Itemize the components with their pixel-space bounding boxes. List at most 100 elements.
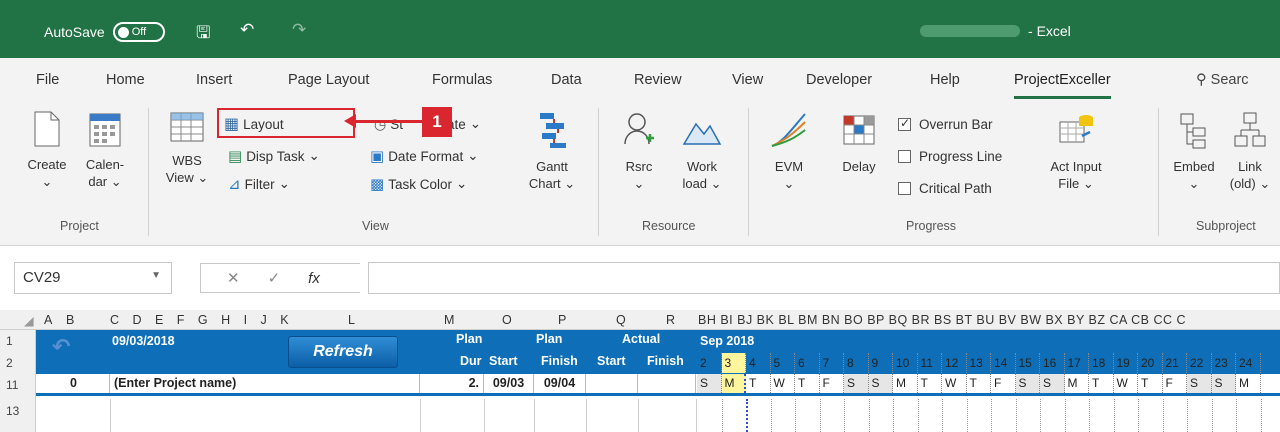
- task-color-button[interactable]: ▩ Task Color ⌄: [370, 172, 467, 196]
- weekday-cell[interactable]: S: [868, 374, 893, 393]
- day-number-cell[interactable]: 17: [1065, 353, 1089, 373]
- row-header[interactable]: 13: [0, 399, 36, 432]
- tab-home[interactable]: Home: [106, 72, 145, 88]
- weekday-cell[interactable]: S: [844, 374, 869, 393]
- weekday-cell[interactable]: F: [991, 374, 1016, 393]
- embed-button[interactable]: Embed ⌄: [1168, 110, 1220, 192]
- day-number-cell[interactable]: 5: [771, 353, 795, 373]
- weekday-cell[interactable]: S: [1211, 374, 1236, 393]
- day-number-cell[interactable]: 8: [844, 353, 869, 373]
- disp-task-button[interactable]: ▤ Disp Task ⌄: [228, 144, 320, 168]
- redo-icon[interactable]: ↷: [292, 20, 306, 40]
- weekday-cell[interactable]: W: [771, 374, 795, 393]
- tab-formulas[interactable]: Formulas: [432, 72, 492, 88]
- day-number-cell[interactable]: 14: [991, 353, 1016, 373]
- column-header[interactable]: C D E F G H I J K: [110, 313, 294, 327]
- day-number-cell[interactable]: 24: [1236, 353, 1261, 373]
- overrun-bar-checkbox[interactable]: Overrun Bar: [898, 112, 993, 136]
- delay-button[interactable]: Delay: [834, 110, 884, 175]
- undo-icon[interactable]: ↶: [240, 20, 254, 40]
- link-old-button[interactable]: Link (old) ⌄: [1224, 110, 1276, 192]
- day-number-cell[interactable]: 7: [820, 353, 844, 373]
- rsrc-button[interactable]: Rsrc ⌄: [616, 110, 662, 192]
- tab-file[interactable]: File: [36, 72, 59, 88]
- act-input-file-button[interactable]: Act Input File ⌄: [1044, 110, 1108, 192]
- day-number-cell[interactable]: 9: [869, 353, 893, 373]
- save-icon[interactable]: 🖫: [196, 20, 210, 49]
- weekday-cell[interactable]: M: [893, 374, 918, 393]
- day-number-cell[interactable]: 22: [1187, 353, 1212, 373]
- formula-input[interactable]: [368, 262, 1280, 294]
- day-number-cell[interactable]: 15: [1016, 353, 1040, 373]
- column-header[interactable]: O: [502, 313, 512, 327]
- column-header[interactable]: B: [66, 313, 74, 327]
- weekday-cell[interactable]: T: [1138, 374, 1163, 393]
- weekday-cell[interactable]: T: [918, 374, 942, 393]
- wbs-view-button[interactable]: WBS View ⌄: [162, 110, 212, 186]
- select-all-corner[interactable]: ◢: [24, 313, 34, 328]
- tab-developer[interactable]: Developer: [806, 72, 872, 88]
- tab-help[interactable]: Help: [930, 72, 960, 88]
- evm-button[interactable]: EVM ⌄: [764, 110, 814, 192]
- tab-data[interactable]: Data: [551, 72, 582, 88]
- day-number-cell[interactable]: 21: [1163, 353, 1187, 373]
- day-number-cell[interactable]: 19: [1114, 353, 1138, 373]
- column-header[interactable]: P: [558, 313, 566, 327]
- day-number-cell[interactable]: 10: [893, 353, 918, 373]
- weekday-cell[interactable]: S: [1015, 374, 1040, 393]
- day-number-cell[interactable]: 4: [746, 353, 771, 373]
- insert-function-icon[interactable]: fx: [308, 270, 320, 287]
- gantt-chart-button[interactable]: Gantt Chart ⌄: [526, 110, 578, 192]
- day-number-cell[interactable]: 2: [697, 353, 722, 373]
- tab-projectexceller[interactable]: ProjectExceller: [1014, 72, 1111, 99]
- date-format-button[interactable]: ▣ Date Format ⌄: [370, 144, 479, 168]
- day-number-cell[interactable]: 20: [1138, 353, 1163, 373]
- autosave-toggle[interactable]: Off: [112, 22, 165, 42]
- refresh-button[interactable]: Refresh: [288, 336, 398, 368]
- gantt-column-headers[interactable]: BH BI BJ BK BL BM BN BO BP BQ BR BS BT B…: [698, 313, 1186, 327]
- weekday-cell[interactable]: S: [697, 374, 722, 393]
- weekday-cell[interactable]: T: [746, 374, 771, 393]
- day-number-cell[interactable]: 3: [721, 353, 746, 373]
- actual-finish-cell[interactable]: [638, 374, 696, 393]
- row-header[interactable]: 2: [0, 352, 36, 374]
- cell-b11[interactable]: 0: [36, 374, 110, 393]
- day-number-cell[interactable]: 11: [918, 353, 942, 373]
- column-header[interactable]: L: [348, 313, 355, 327]
- tab-page-layout[interactable]: Page Layout: [288, 72, 369, 88]
- search-box[interactable]: ⚲ Searc: [1196, 72, 1249, 88]
- create-button[interactable]: Create ⌄: [24, 110, 70, 190]
- weekday-cell[interactable]: T: [1089, 374, 1114, 393]
- name-box[interactable]: CV29 ▼: [14, 262, 172, 294]
- day-number-cell[interactable]: 13: [967, 353, 991, 373]
- row-header[interactable]: 1: [0, 330, 36, 352]
- filter-button[interactable]: ⊿ Filter ⌄: [228, 172, 290, 196]
- cancel-icon[interactable]: ✕: [227, 269, 240, 287]
- progress-line-checkbox[interactable]: Progress Line: [898, 144, 1002, 168]
- column-header[interactable]: Q: [616, 313, 626, 327]
- tab-insert[interactable]: Insert: [196, 72, 232, 88]
- column-header[interactable]: A: [44, 313, 52, 327]
- day-number-cell[interactable]: 12: [942, 353, 967, 373]
- calendar-button[interactable]: Calen-dar ⌄: [80, 110, 130, 190]
- actual-start-cell[interactable]: [586, 374, 638, 393]
- weekday-cell[interactable]: S: [1187, 374, 1212, 393]
- plan-start-cell[interactable]: 09/03: [484, 374, 534, 393]
- weekday-cell[interactable]: W: [1114, 374, 1138, 393]
- day-number-cell[interactable]: 23: [1212, 353, 1236, 373]
- weekday-cell[interactable]: F: [820, 374, 844, 393]
- column-header[interactable]: M: [444, 313, 454, 327]
- tab-view[interactable]: View: [732, 72, 763, 88]
- day-number-cell[interactable]: 16: [1040, 353, 1065, 373]
- autosave[interactable]: AutoSave Off: [44, 22, 165, 42]
- weekday-cell[interactable]: S: [1040, 374, 1065, 393]
- dropdown-arrow-icon[interactable]: ▼: [151, 270, 161, 281]
- day-number-cell[interactable]: 6: [795, 353, 820, 373]
- weekday-cell[interactable]: M: [1236, 374, 1261, 393]
- weekday-cell[interactable]: M: [1065, 374, 1089, 393]
- weekday-cell[interactable]: T: [795, 374, 820, 393]
- day-number-cell[interactable]: 18: [1089, 353, 1114, 373]
- weekday-cell[interactable]: F: [1163, 374, 1187, 393]
- project-name-cell[interactable]: (Enter Project name): [110, 374, 420, 393]
- critical-path-checkbox[interactable]: Critical Path: [898, 176, 992, 200]
